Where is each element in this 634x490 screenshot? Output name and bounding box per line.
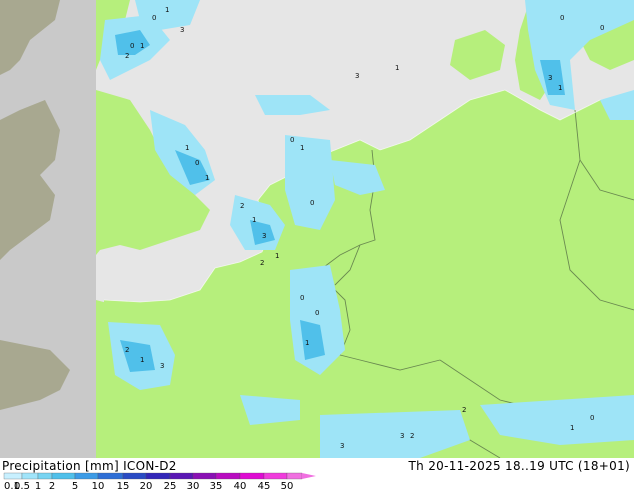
- svg-text:3: 3: [160, 362, 164, 370]
- svg-text:0: 0: [315, 309, 319, 317]
- scale-swatch: [21, 472, 39, 480]
- scale-tick-label: 15: [117, 481, 130, 490]
- scale-swatch: [97, 472, 124, 480]
- valid-time: Th 20-11-2025 18..19 UTC (18+01): [408, 459, 630, 473]
- scale-tick-label: 2: [49, 481, 55, 490]
- svg-text:0: 0: [152, 14, 156, 22]
- scale-tick-label: 35: [210, 481, 223, 490]
- svg-text:1: 1: [140, 42, 144, 50]
- scale-swatch: [37, 472, 53, 480]
- scale-swatch: [239, 472, 265, 480]
- svg-text:2: 2: [260, 259, 264, 267]
- svg-text:1: 1: [165, 6, 169, 14]
- svg-text:1: 1: [275, 252, 279, 260]
- svg-text:2: 2: [240, 202, 244, 210]
- svg-text:0: 0: [300, 294, 304, 302]
- scale-swatch: [215, 472, 241, 480]
- scale-tick-label: 0.5: [14, 481, 30, 490]
- svg-text:3: 3: [355, 72, 359, 80]
- svg-text:1: 1: [558, 84, 562, 92]
- scale-swatch: [192, 472, 217, 480]
- svg-text:1: 1: [252, 216, 256, 224]
- svg-text:0: 0: [195, 159, 199, 167]
- svg-text:1: 1: [205, 174, 209, 182]
- scale-swatch: [51, 472, 76, 480]
- svg-text:0: 0: [290, 136, 294, 144]
- scale-swatch: [169, 472, 194, 480]
- svg-text:2: 2: [125, 52, 129, 60]
- color-scale: 0.10.5 1 2 5 10 15 20 25 30 35 40 45 50: [3, 472, 316, 490]
- scale-ticks: 0.10.5 1 2 5 10 15 20 25 30 35 40 45 50: [4, 481, 293, 490]
- svg-text:1: 1: [305, 339, 309, 347]
- svg-text:3: 3: [548, 74, 552, 82]
- svg-text:3: 3: [340, 442, 344, 450]
- svg-text:2: 2: [125, 346, 129, 354]
- scale-swatch: [74, 472, 99, 480]
- scale-tick-label: 40: [234, 481, 247, 490]
- scale-tick-label: 45: [258, 481, 271, 490]
- scale-swatch: [3, 472, 23, 480]
- svg-text:0: 0: [130, 42, 134, 50]
- scale-swatch: [122, 472, 147, 480]
- svg-text:1: 1: [570, 424, 574, 432]
- scale-tick-label: 25: [164, 481, 177, 490]
- scale-tick-label: 30: [187, 481, 200, 490]
- svg-text:3: 3: [262, 232, 266, 240]
- scale-tick-label: 10: [92, 481, 105, 490]
- scale-arrow: [302, 473, 316, 479]
- svg-text:0: 0: [590, 414, 594, 422]
- scale-swatch: [286, 472, 303, 480]
- scale-tick-label: 50: [281, 481, 294, 490]
- svg-text:1: 1: [185, 144, 189, 152]
- svg-text:3: 3: [180, 26, 184, 34]
- svg-text:2: 2: [410, 432, 414, 440]
- svg-text:3: 3: [400, 432, 404, 440]
- legend-bar: Precipitation [mm] ICON-D2 Th 20-11-2025…: [0, 458, 634, 490]
- svg-text:1: 1: [395, 64, 399, 72]
- scale-tick-label: 20: [140, 481, 153, 490]
- svg-text:1: 1: [140, 356, 144, 364]
- svg-text:0: 0: [560, 14, 564, 22]
- svg-text:2: 2: [462, 406, 466, 414]
- scale-swatches: [3, 472, 303, 480]
- precipitation-map: 0 1 2 0 1 3 1 0 1 2 1 3 2 1 0 1 0 0 0 1 …: [0, 0, 634, 458]
- map-title: Precipitation [mm] ICON-D2: [2, 459, 177, 473]
- scale-tick-label: 5: [72, 481, 78, 490]
- scale-tick-label: 1: [35, 481, 41, 490]
- scale-swatch: [145, 472, 171, 480]
- svg-text:1: 1: [300, 144, 304, 152]
- svg-text:0: 0: [310, 199, 314, 207]
- scale-swatch: [263, 472, 288, 480]
- svg-text:0: 0: [600, 24, 604, 32]
